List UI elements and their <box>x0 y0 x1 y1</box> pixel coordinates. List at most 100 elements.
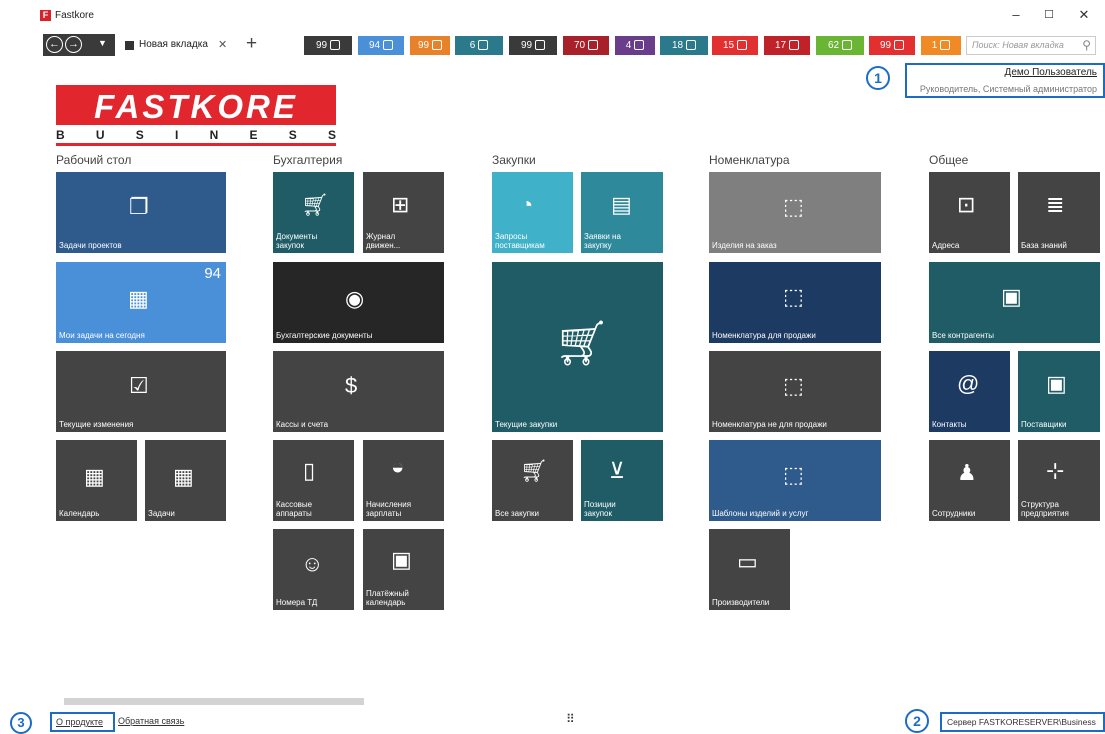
tab-close-icon[interactable]: ✕ <box>218 38 227 51</box>
tile-supplier-requests[interactable]: ◔ Запросы поставщикам <box>492 172 573 253</box>
counter-badge[interactable]: 99 <box>410 36 450 55</box>
minimize-button[interactable]: – <box>1005 6 1027 24</box>
counter-badge[interactable]: 17 <box>764 36 810 55</box>
tile-label: Платёжный календарь <box>366 589 409 607</box>
tile-not-for-sale[interactable]: ⬚ Номенклатура не для продажи <box>709 351 881 432</box>
person-icon: ♟ <box>957 460 977 485</box>
tile-purchase-items[interactable]: ⊻ Позиции закупок <box>581 440 663 521</box>
badge-count: 6 <box>469 40 476 51</box>
tile-templates[interactable]: ⬚ Шаблоны изделий и услуг <box>709 440 881 521</box>
title-bar: F Fastkore – ☐ ✕ <box>0 0 1105 30</box>
chart-icon <box>535 40 546 50</box>
counter-badge[interactable]: 15 <box>712 36 758 55</box>
address-book-icon: @ <box>957 371 980 396</box>
search-placeholder: Поиск: Новая вкладка <box>972 40 1064 50</box>
tile-current-purchases[interactable]: 🛒︎ Текущие закупки <box>492 262 663 432</box>
badge-count: 70 <box>573 40 586 51</box>
counter-badge[interactable]: 18 <box>660 36 708 55</box>
window-title: Fastkore <box>55 10 94 21</box>
badge-count: 94 <box>368 40 381 51</box>
tile-contacts[interactable]: @ Контакты <box>929 351 1010 432</box>
tile-purchase-requests[interactable]: ▤ Заявки на закупку <box>581 172 663 253</box>
close-button[interactable]: ✕ <box>1073 6 1095 24</box>
maximize-button[interactable]: ☐ <box>1038 6 1060 24</box>
tile-counterparties[interactable]: ▣ Все контрагенты <box>929 262 1100 343</box>
tile-label: Задачи <box>148 509 175 518</box>
counter-badge[interactable]: 62 <box>816 36 864 55</box>
tile-label: Мои задачи на сегодня <box>59 331 145 340</box>
tile-journal[interactable]: ⊞ Журнал движен... <box>363 172 444 253</box>
tile-suppliers[interactable]: ▣ Поставщики <box>1018 351 1100 432</box>
calendar-icon: ▦ <box>128 286 149 311</box>
tile-label: Все закупки <box>495 509 540 518</box>
chevron-down-icon[interactable]: ▼ <box>98 38 107 48</box>
back-icon[interactable]: ← <box>46 36 63 53</box>
logo-letter: S <box>327 128 336 142</box>
coins-icon: ◉ <box>345 286 365 311</box>
tile-count: 94 <box>204 265 221 282</box>
add-tab-button[interactable]: + <box>246 33 257 55</box>
clock-icon <box>940 40 951 50</box>
user-info[interactable]: Демо Пользователь Руководитель, Системны… <box>905 63 1105 98</box>
counter-badge[interactable]: 94 <box>358 36 404 55</box>
tab-icon <box>125 41 134 50</box>
about-box: О продукте <box>50 712 115 732</box>
tile-label: Заявки на закупку <box>584 232 621 250</box>
plus-minus-icon: ⊞ <box>391 192 410 217</box>
counter-badge[interactable]: 6 <box>455 36 503 55</box>
cart-icon <box>842 40 853 50</box>
tile-for-sale[interactable]: ⬚ Номенклатура для продажи <box>709 262 881 343</box>
tile-td-numbers[interactable]: ☺ Номера ТД <box>273 529 354 610</box>
tile-label: Контакты <box>932 420 967 429</box>
forward-icon[interactable]: → <box>65 36 82 53</box>
counter-badge[interactable]: 1 <box>921 36 961 55</box>
tile-calendar[interactable]: ▦ Календарь <box>56 440 137 521</box>
scrollbar-thumb[interactable] <box>64 698 364 705</box>
brand-logo-sub: BUSINESS <box>56 128 336 142</box>
tile-label: Производители <box>712 598 770 607</box>
tile-label: Все контрагенты <box>932 331 995 340</box>
satellite-icon: ◔ <box>520 192 534 217</box>
user-name[interactable]: Демо Пользователь <box>1005 67 1097 78</box>
purse-icon: ◒ <box>391 454 405 479</box>
document-icon: ▤ <box>611 192 632 217</box>
tile-manufacturers[interactable]: ▭ Производители <box>709 529 790 610</box>
nav-controls: ← → ▼ <box>43 34 115 56</box>
tile-current-changes[interactable]: ☑ Текущие изменения <box>56 351 226 432</box>
about-link[interactable]: О продукте <box>56 717 103 727</box>
tab-new[interactable]: Новая вкладка ✕ <box>117 34 235 58</box>
tile-structure[interactable]: ⊹ Структура предприятия <box>1018 440 1100 521</box>
box-icon: ⬚ <box>783 284 804 309</box>
books-icon: ≣ <box>1046 192 1065 217</box>
tile-purchase-docs[interactable]: 🛒︎ Документы закупок <box>273 172 354 253</box>
tile-salary[interactable]: ◒ Начисления зарплаты <box>363 440 444 521</box>
tile-today-tasks[interactable]: 94 ▦ Мои задачи на сегодня <box>56 262 226 343</box>
counter-badge[interactable]: 4 <box>615 36 655 55</box>
tile-employees[interactable]: ♟ Сотрудники <box>929 440 1010 521</box>
user-role: Руководитель, Системный администратор <box>919 84 1097 94</box>
search-icon[interactable]: ⚲ <box>1082 38 1091 52</box>
tile-addresses[interactable]: ⊡ Адреса <box>929 172 1010 253</box>
feedback-link[interactable]: Обратная связь <box>118 716 184 726</box>
tile-cash-devices[interactable]: ▯ Кассовые аппараты <box>273 440 354 521</box>
calendar-check-icon: ☑ <box>129 373 149 398</box>
counter-badge[interactable]: 70 <box>563 36 609 55</box>
tile-acc-docs[interactable]: ◉ Бухгалтерские документы <box>273 262 444 343</box>
counter-badge[interactable]: 99 <box>509 36 557 55</box>
server-box: Сервер FASTKORESERVER\Business <box>940 712 1105 732</box>
tile-tasks[interactable]: ▦ Задачи <box>145 440 226 521</box>
counter-badge[interactable]: 99 <box>869 36 915 55</box>
counter-badge[interactable]: 99 <box>304 36 352 55</box>
tile-knowledge[interactable]: ≣ База знаний <box>1018 172 1100 253</box>
tile-project-tasks[interactable]: ❐ Задачи проектов <box>56 172 226 253</box>
grid-icon[interactable]: ⠿ <box>566 712 575 726</box>
calendar-7-icon: ▣ <box>391 547 412 572</box>
tile-made-to-order[interactable]: ⬚ Изделия на заказ <box>709 172 881 253</box>
tile-cash[interactable]: $ Кассы и счета <box>273 351 444 432</box>
app-logo-icon: F <box>40 10 51 21</box>
tile-label: Начисления зарплаты <box>366 500 412 518</box>
tile-all-purchases[interactable]: 🛒︎ Все закупки <box>492 440 573 521</box>
search-input[interactable]: Поиск: Новая вкладка ⚲ <box>966 36 1096 55</box>
tile-pay-calendar[interactable]: ▣ Платёжный календарь <box>363 529 444 610</box>
callout-1: 1 <box>866 66 890 90</box>
